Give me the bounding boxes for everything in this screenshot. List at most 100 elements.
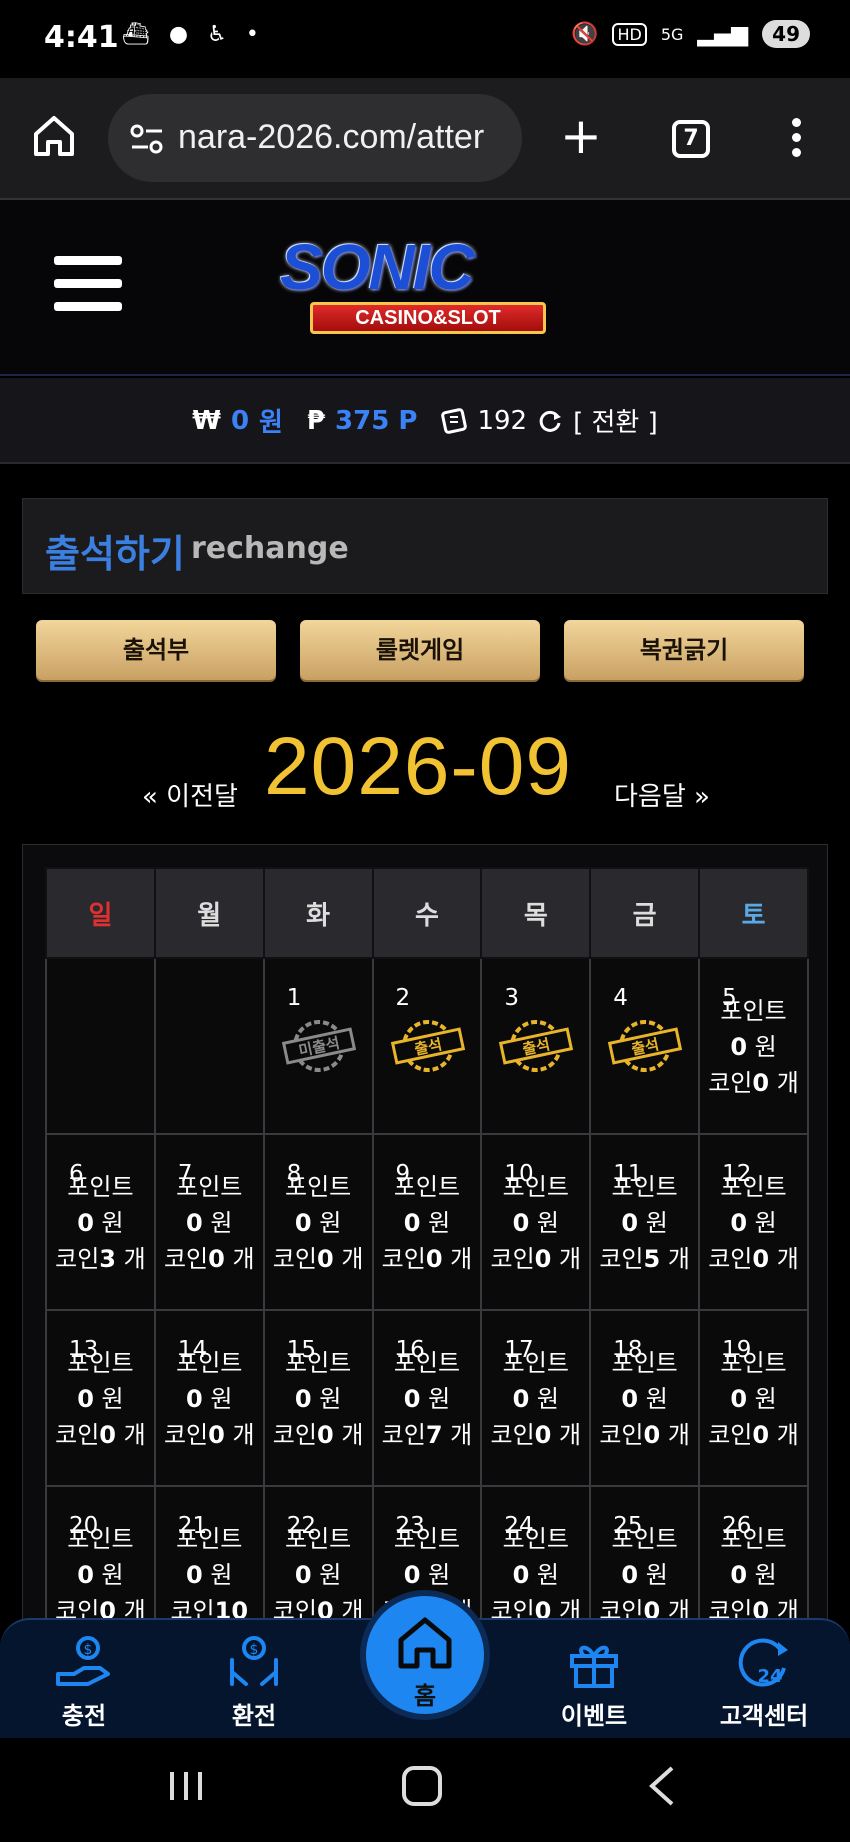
nav-withdraw-label: 환전 xyxy=(231,1702,277,1730)
day-reward-info: 포인트0 원코인0 개 xyxy=(482,1345,589,1453)
calendar-day-cell[interactable]: 10 포인트 0 원 코인0 개 xyxy=(480,1133,592,1311)
won-amount: 0 xyxy=(294,1209,312,1237)
calendar-empty-cell xyxy=(153,957,265,1135)
day-reward-info: 포인트0 원코인0 개 xyxy=(482,1521,589,1629)
won-amount: 0 xyxy=(730,1033,748,1061)
refresh-icon[interactable] xyxy=(537,408,563,434)
won-amount: 0 xyxy=(621,1385,639,1413)
month-navigation: « 이전달 2026-09 다음달 » xyxy=(0,720,850,830)
calendar-day-cell[interactable]: 12 포인트 0 원 코인0 개 xyxy=(698,1133,809,1311)
battery-icon: 49 xyxy=(762,20,810,48)
coin-unit: 개 xyxy=(232,1421,255,1449)
calendar-day-cell[interactable]: 5 포인트 0 원 코인0 개 xyxy=(698,957,809,1135)
switch-link[interactable]: [ 전환 ] xyxy=(573,402,658,439)
point-label: 포인트 xyxy=(67,1349,134,1377)
point-icon: ₱ xyxy=(306,405,326,436)
back-icon[interactable] xyxy=(642,1764,682,1808)
new-tab-icon[interactable]: + xyxy=(560,111,602,161)
won-unit: 원 xyxy=(210,1561,233,1589)
tab-scratch-lottery[interactable]: 복권긁기 xyxy=(564,620,804,680)
status-bar: 4:41 ⛴ ● ♿ • 🔇 HD 5G ▂▄▆ 49 xyxy=(0,0,850,78)
prev-month-link[interactable]: « 이전달 xyxy=(142,776,238,813)
point-label: 포인트 xyxy=(393,1349,461,1377)
coin-label: 코인 xyxy=(490,1421,535,1449)
coin-unit: 개 xyxy=(559,1421,582,1449)
calendar-day-cell[interactable]: 17 포인트 0 원 코인0 개 xyxy=(480,1309,592,1487)
hamburger-menu-icon[interactable] xyxy=(54,256,122,316)
coin-balance: 192 xyxy=(477,405,528,436)
calendar-day-cell[interactable]: 7 포인트 0 원 코인0 개 xyxy=(153,1133,265,1311)
absent-stamp-icon: 미출석 xyxy=(281,1020,356,1072)
won-unit: 원 xyxy=(319,1209,342,1237)
calendar-day-cell[interactable]: 1 미출석 xyxy=(262,957,374,1135)
point-label: 포인트 xyxy=(176,1525,243,1553)
calendar-day-cell[interactable]: 2 출석 xyxy=(371,957,483,1135)
won-unit: 원 xyxy=(754,1561,777,1589)
point-label: 포인트 xyxy=(176,1349,243,1377)
nav-home[interactable]: 홈 xyxy=(360,1590,490,1720)
5g-icon: 5G xyxy=(660,24,684,44)
point-label: 포인트 xyxy=(720,1173,787,1201)
day-reward-info: 포인트0 원코인0 개 xyxy=(700,1169,807,1277)
won-amount: 0 xyxy=(186,1385,203,1413)
day-reward-info: 포인트0 원코인0 개 xyxy=(591,1345,698,1453)
browser-menu-icon[interactable] xyxy=(790,118,802,160)
tab-roulette[interactable]: 룰렛게임 xyxy=(300,620,540,680)
address-bar[interactable]: nara-2026.com/atter xyxy=(108,94,522,182)
site-logo[interactable]: SONIC CASINO&SLOT xyxy=(270,230,590,348)
calendar-day-cell[interactable]: 11 포인트 0 원 코인5 개 xyxy=(589,1133,701,1311)
day-reward-info: 포인트0 원코인0 개 xyxy=(591,1521,698,1629)
logo-wordmark: SONIC xyxy=(280,231,475,303)
weekday-thu: 목 xyxy=(480,867,592,959)
site-settings-icon[interactable] xyxy=(128,120,166,158)
won-unit: 원 xyxy=(645,1385,668,1413)
nav-support[interactable]: 24 고객센터 xyxy=(694,1634,834,1731)
coin-label: 코인 xyxy=(708,1245,753,1273)
won-amount: 0 xyxy=(186,1209,203,1237)
nav-withdraw[interactable]: $ 환전 xyxy=(184,1634,324,1731)
coin-unit: 개 xyxy=(450,1245,473,1273)
calendar-day-cell[interactable]: 9 포인트 0 원 코인0 개 xyxy=(371,1133,483,1311)
calendar-day-cell[interactable]: 19 포인트 0 원 코인0 개 xyxy=(698,1309,809,1487)
coin-label: 코인 xyxy=(381,1245,426,1273)
coin-label: 코인 xyxy=(272,1421,317,1449)
calendar-day-cell[interactable]: 18 포인트 0 원 코인0 개 xyxy=(589,1309,701,1487)
nav-event[interactable]: 이벤트 xyxy=(524,1634,664,1731)
coin-label: 코인 xyxy=(708,1069,753,1097)
won-amount: 0 xyxy=(294,1385,312,1413)
page-subtitle: rechange xyxy=(191,531,349,566)
day-number: 4 xyxy=(613,985,628,1011)
coin-label: 코인 xyxy=(55,1421,100,1449)
attendance-calendar: 일 월 화 수 목 금 토 1 미출석 2 출석 3 출석 4 출석 5 포인트 0 원 코인0 개6… xyxy=(22,844,828,1644)
won-unit: 원 xyxy=(754,1385,777,1413)
nav-deposit[interactable]: $ 충전 xyxy=(14,1634,154,1731)
attended-stamp-icon: 출석 xyxy=(390,1020,465,1072)
weekday-sat: 토 xyxy=(698,867,809,959)
next-month-link[interactable]: 다음달 » xyxy=(614,776,710,813)
calendar-day-cell[interactable]: 6 포인트 0 원 코인3 개 xyxy=(45,1133,156,1311)
calendar-day-cell[interactable]: 3 출석 xyxy=(480,957,592,1135)
won-amount: 0 xyxy=(403,1209,421,1237)
calendar-week-row: 6 포인트 0 원 코인3 개 7 포인트 0 원 코인0 개 8 포인트 0 원 코인0 개 9 포인트… xyxy=(45,1133,809,1311)
url-text[interactable]: nara-2026.com/atter xyxy=(178,118,484,157)
point-label: 포인트 xyxy=(67,1525,134,1553)
day-reward-info: 포인트0 원코인0 개 xyxy=(47,1345,154,1453)
won-amount: 0 xyxy=(621,1209,639,1237)
nav-deposit-label: 충전 xyxy=(61,1702,107,1730)
won-balance: 0 xyxy=(230,405,250,436)
status-right-icons: 🔇 HD 5G ▂▄▆ 49 xyxy=(571,20,810,48)
calendar-day-cell[interactable]: 8 포인트 0 원 코인0 개 xyxy=(262,1133,374,1311)
coin-unit: 개 xyxy=(450,1421,473,1449)
calendar-day-cell[interactable]: 13 포인트 0 원 코인0 개 xyxy=(45,1309,156,1487)
recent-apps-icon[interactable] xyxy=(166,1768,206,1804)
calendar-day-cell[interactable]: 15 포인트 0 원 코인0 개 xyxy=(262,1309,374,1487)
site-header: SONIC CASINO&SLOT xyxy=(0,200,850,376)
calendar-day-cell[interactable]: 4 출석 xyxy=(589,957,701,1135)
browser-home-icon[interactable] xyxy=(30,112,78,160)
calendar-day-cell[interactable]: 16 포인트 0 원 코인7 개 xyxy=(371,1309,483,1487)
coin-amount: 0 xyxy=(643,1421,661,1449)
tab-switcher-button[interactable]: 7 xyxy=(672,120,710,158)
calendar-day-cell[interactable]: 14 포인트 0 원 코인0 개 xyxy=(153,1309,265,1487)
system-home-icon[interactable] xyxy=(402,1766,442,1806)
tab-attendance-book[interactable]: 출석부 xyxy=(36,620,276,680)
